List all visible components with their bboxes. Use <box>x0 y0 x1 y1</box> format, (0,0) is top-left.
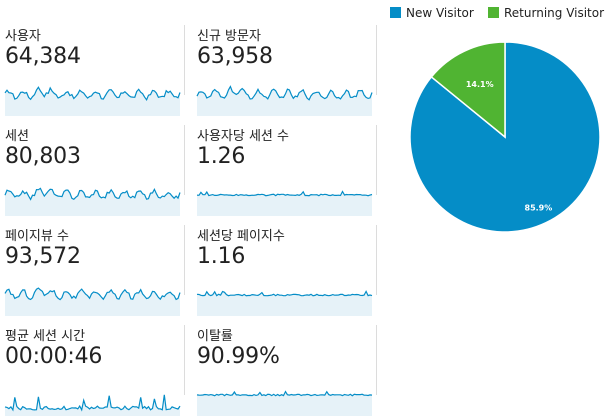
metric-label: 사용자당 세션 수 <box>197 129 289 144</box>
column-divider <box>184 25 185 95</box>
sparkline-area <box>5 87 180 116</box>
metric-value: 63,958 <box>197 44 273 69</box>
sparkline <box>4 287 181 316</box>
metric-pages-per-session[interactable]: 세션당 페이지수 1.16 <box>196 225 373 316</box>
sparkline <box>196 290 373 316</box>
legend-item-new-visitor[interactable]: New Visitor <box>390 6 474 20</box>
column-divider <box>184 125 185 195</box>
metric-value: 00:00:46 <box>5 344 103 369</box>
pie-data-label: 85.9% <box>525 203 553 212</box>
metric-label: 이탈률 <box>197 329 233 344</box>
metric-label: 세션당 페이지수 <box>197 229 285 244</box>
column-divider <box>184 225 185 295</box>
pie-data-label: 14.1% <box>466 80 494 89</box>
column-divider <box>376 125 377 195</box>
legend-item-returning-visitor[interactable]: Returning Visitor <box>488 6 604 20</box>
sparkline <box>4 86 181 116</box>
sparkline-area <box>5 188 180 216</box>
column-divider <box>376 325 377 395</box>
metric-users[interactable]: 사용자 64,384 <box>4 25 181 116</box>
sparkline <box>196 390 373 416</box>
metric-value: 90.99% <box>197 344 280 369</box>
sparkline <box>196 85 373 116</box>
legend-label-returning-visitor: Returning Visitor <box>504 6 605 20</box>
column-divider <box>376 225 377 295</box>
metric-bounce-rate[interactable]: 이탈률 90.99% <box>196 325 373 416</box>
metric-label: 신규 방문자 <box>197 29 261 44</box>
sparkline-area <box>5 394 180 416</box>
metric-label: 평균 세션 시간 <box>5 329 86 344</box>
metric-value: 64,384 <box>5 44 81 69</box>
metric-sessions[interactable]: 세션 80,803 <box>4 125 181 216</box>
sparkline <box>196 190 373 216</box>
legend-swatch-new-visitor <box>390 7 401 18</box>
column-divider <box>376 25 377 95</box>
metric-sessions-per-user[interactable]: 사용자당 세션 수 1.26 <box>196 125 373 216</box>
legend-swatch-returning-visitor <box>488 7 499 18</box>
sparkline-line <box>196 190 373 197</box>
metric-new-users[interactable]: 신규 방문자 63,958 <box>196 25 373 116</box>
metric-label: 세션 <box>5 129 29 144</box>
metric-value: 93,572 <box>5 244 81 269</box>
sparkline <box>4 187 181 216</box>
metric-value: 80,803 <box>5 144 81 169</box>
metric-pageviews[interactable]: 페이지뷰 수 93,572 <box>4 225 181 316</box>
column-divider <box>184 325 185 395</box>
sparkline <box>4 394 181 416</box>
metric-value: 1.26 <box>197 144 246 169</box>
legend-label-new-visitor: New Visitor <box>406 6 474 20</box>
metric-avg-session-duration[interactable]: 평균 세션 시간 00:00:46 <box>4 325 181 416</box>
metric-label: 사용자 <box>5 29 41 44</box>
visitor-type-pie-chart: 85.9% 14.1% <box>409 41 601 233</box>
metric-label: 페이지뷰 수 <box>5 229 69 244</box>
metric-value: 1.16 <box>197 244 246 269</box>
